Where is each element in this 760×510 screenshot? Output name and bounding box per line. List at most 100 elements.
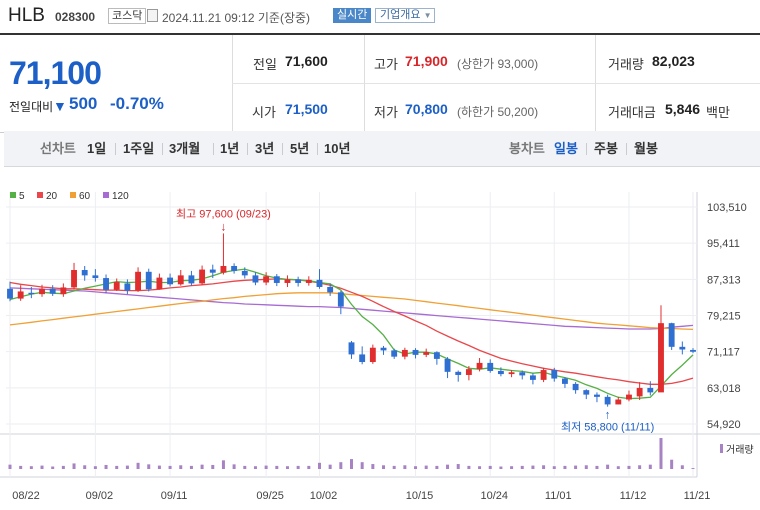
legend-swatch xyxy=(103,192,109,198)
tab-1d[interactable]: 1일 xyxy=(87,131,106,166)
volume-bar xyxy=(488,465,492,469)
volume-bar xyxy=(83,465,87,469)
volume-bar xyxy=(189,465,193,469)
volume-bar xyxy=(414,466,418,469)
candle-body xyxy=(615,399,622,405)
candle-body xyxy=(145,271,152,290)
legend-label: 120 xyxy=(112,191,129,202)
tab-weekly[interactable]: 주봉 xyxy=(594,131,618,166)
candle-body xyxy=(465,369,472,375)
candle-body xyxy=(551,370,558,379)
candle-body xyxy=(28,292,35,295)
volume-bar xyxy=(531,465,535,469)
candle-body xyxy=(562,378,568,384)
volume-bar xyxy=(606,464,610,469)
volume-bar xyxy=(424,465,428,469)
candle-body xyxy=(316,279,323,287)
candle-body xyxy=(604,396,611,405)
volume-bar xyxy=(51,466,55,469)
volume-bar xyxy=(243,465,247,469)
x-tick-label: 11/01 xyxy=(545,490,572,502)
volume-bar xyxy=(317,462,321,469)
candle-body xyxy=(647,387,654,393)
separator xyxy=(213,143,214,155)
candle-chart-label: 봉차트 xyxy=(509,141,545,156)
tab-3m[interactable]: 3개월 xyxy=(169,131,200,166)
tab-daily[interactable]: 일봉 xyxy=(554,131,578,166)
candle-body xyxy=(594,394,600,397)
company-info-dropdown[interactable]: 기업개요 ▼ xyxy=(375,8,436,23)
separator xyxy=(586,143,587,155)
volume-bar xyxy=(136,462,140,469)
candle-body xyxy=(423,352,430,355)
candle-body xyxy=(668,323,675,347)
candle-body xyxy=(188,275,195,284)
x-tick-label: 10/02 xyxy=(310,490,338,502)
volume-bar xyxy=(125,465,129,469)
separator xyxy=(247,143,248,155)
volume-bar xyxy=(680,465,684,469)
company-info-label: 기업개요 xyxy=(380,9,421,21)
y-tick-label: 87,313 xyxy=(707,274,741,286)
x-axis-labels: 08/22 09/02 09/11 09/25 10/02 10/15 10/24 11/01… xyxy=(12,490,710,502)
volume-bar xyxy=(285,466,289,469)
realtime-badge[interactable]: 실시간 xyxy=(333,8,372,23)
volume-bar xyxy=(93,466,97,469)
low-annotation: 최저 58,800 (11/11) xyxy=(561,421,654,434)
candle-body xyxy=(60,287,67,295)
line-chart-label: 선차트 xyxy=(40,141,76,156)
volume-bar xyxy=(510,466,514,469)
amount-unit: 백만 xyxy=(706,105,730,120)
ma5-line xyxy=(9,268,694,400)
candle-body xyxy=(391,350,398,357)
current-price: 71,100 xyxy=(9,55,102,91)
x-tick-label: 10/15 xyxy=(406,490,434,502)
candle-body xyxy=(39,288,45,295)
up-arrow-icon: ↑ xyxy=(605,408,611,422)
chevron-down-icon: ▼ xyxy=(423,11,432,20)
candle-body xyxy=(135,271,141,291)
separator xyxy=(115,143,116,155)
upper-limit: (상한가 93,000) xyxy=(457,57,539,71)
candle-body xyxy=(49,288,56,294)
volume-bar xyxy=(115,465,119,469)
candle-body xyxy=(658,323,664,393)
lower-limit: (하한가 50,200) xyxy=(457,105,539,119)
volume-bar xyxy=(339,462,343,469)
volume-bar xyxy=(104,464,108,469)
volume-bar xyxy=(616,466,620,469)
candle-body xyxy=(487,362,494,371)
volume-bar xyxy=(584,465,588,469)
candle-body xyxy=(679,346,686,350)
candle-body xyxy=(433,352,440,359)
market-badge: 코스닥 xyxy=(108,8,147,24)
volume-bar xyxy=(147,464,151,469)
tab-5y[interactable]: 5년 xyxy=(290,131,309,166)
ma60-line xyxy=(9,292,694,331)
candle-body xyxy=(167,277,174,285)
prev-close-value: 71,600 xyxy=(285,53,328,69)
high-label: 고가 xyxy=(374,57,398,72)
x-tick-label: 10/24 xyxy=(480,490,508,502)
volume-bar xyxy=(659,438,663,469)
candle-body xyxy=(519,372,526,376)
period-tab-bar: 선차트 1일 1주일 3개월 1년 3년 5년 10년 봉차트 일봉 주봉 월봉 xyxy=(4,131,760,167)
volume-legend-swatch xyxy=(720,444,723,453)
volume-bars xyxy=(8,438,695,469)
y-tick-label: 54,920 xyxy=(707,419,741,431)
candle-body xyxy=(305,279,312,283)
candle-body xyxy=(401,349,408,357)
volume-bar xyxy=(542,465,546,469)
tab-3y[interactable]: 3년 xyxy=(255,131,274,166)
stock-name: HLB xyxy=(8,5,45,26)
candle-body xyxy=(476,362,483,370)
candle-body xyxy=(380,347,387,351)
x-tick-label: 11/21 xyxy=(684,490,711,502)
volume-bar xyxy=(360,462,364,469)
stock-code: 028300 xyxy=(55,10,96,24)
tab-1w[interactable]: 1주일 xyxy=(123,131,154,166)
tab-1y[interactable]: 1년 xyxy=(220,131,239,166)
tab-monthly[interactable]: 월봉 xyxy=(634,131,658,166)
candle-body xyxy=(113,282,120,290)
tab-10y[interactable]: 10년 xyxy=(324,131,350,166)
